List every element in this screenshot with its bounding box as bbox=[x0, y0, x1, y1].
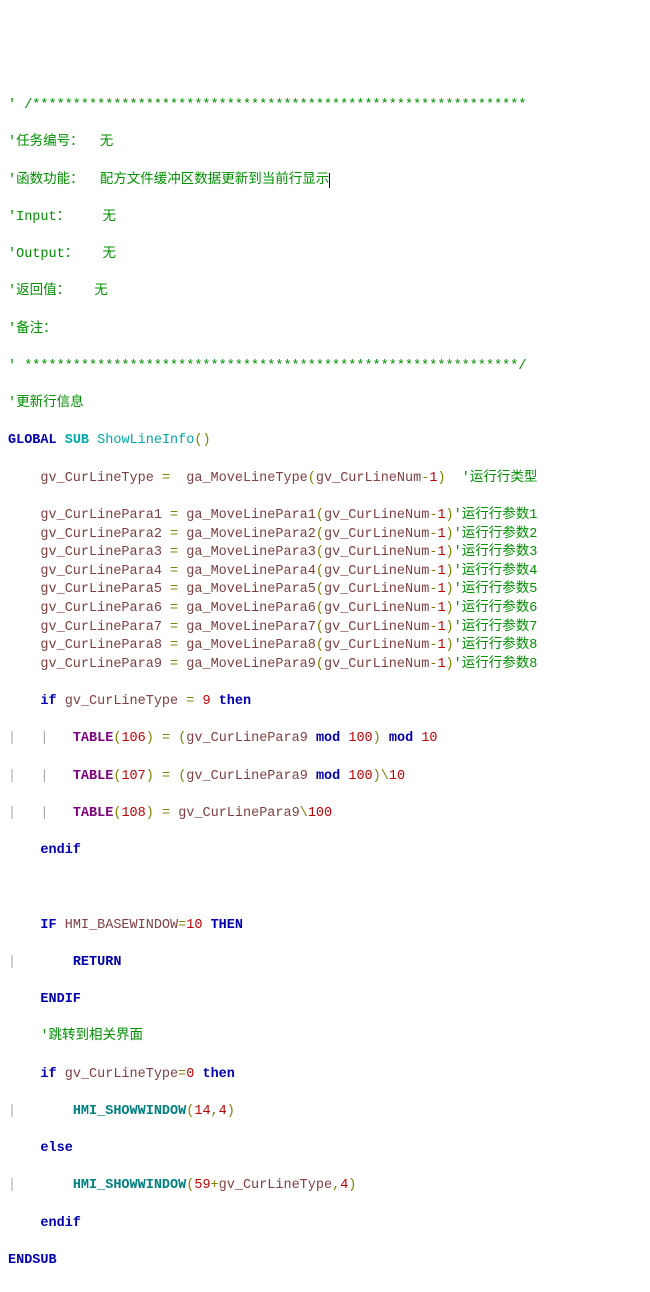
comment-sep: ' /*************************************… bbox=[8, 97, 642, 116]
text-cursor bbox=[329, 173, 330, 188]
table-line: | | TABLE(108) = gv_CurLinePara9\100 bbox=[8, 805, 642, 824]
assign-line: gv_CurLinePara8 = ga_MoveLinePara8(gv_Cu… bbox=[8, 637, 642, 656]
assign-line: gv_CurLinePara9 = ga_MoveLinePara9(gv_Cu… bbox=[8, 656, 642, 675]
comment-sep: ' **************************************… bbox=[8, 358, 642, 377]
assign-line: gv_CurLinePara5 = ga_MoveLinePara5(gv_Cu… bbox=[8, 581, 642, 600]
call-line: | HMI_SHOWWINDOW(14,4) bbox=[8, 1103, 642, 1122]
comment-line: '任务编号： 无 bbox=[8, 134, 642, 153]
if-line: IF HMI_BASEWINDOW=10 THEN bbox=[8, 917, 642, 936]
if-line: if gv_CurLineType = 9 then bbox=[8, 693, 642, 712]
comment-line: 'Input： 无 bbox=[8, 209, 642, 228]
endif-line: endif bbox=[8, 842, 642, 861]
endsub-line: ENDSUB bbox=[8, 1252, 642, 1271]
code-editor[interactable]: ' /*************************************… bbox=[8, 79, 642, 1290]
assign-line: gv_CurLinePara4 = ga_MoveLinePara4(gv_Cu… bbox=[8, 563, 642, 582]
table-line: | | TABLE(106) = (gv_CurLinePara9 mod 10… bbox=[8, 730, 642, 749]
table-line: | | TABLE(107) = (gv_CurLinePara9 mod 10… bbox=[8, 768, 642, 787]
comment-line: '更新行信息 bbox=[8, 395, 642, 414]
assign-line: gv_CurLinePara2 = ga_MoveLinePara2(gv_Cu… bbox=[8, 526, 642, 545]
assign-line: gv_CurLinePara7 = ga_MoveLinePara7(gv_Cu… bbox=[8, 619, 642, 638]
comment-line: '备注： bbox=[8, 321, 642, 340]
comment-line: '返回值： 无 bbox=[8, 283, 642, 302]
assign-line: gv_CurLinePara1 = ga_MoveLinePara1(gv_Cu… bbox=[8, 507, 642, 526]
if-line: if gv_CurLineType=0 then bbox=[8, 1066, 642, 1085]
sub-def: GLOBAL SUB ShowLineInfo() bbox=[8, 432, 642, 451]
assign-line: gv_CurLinePara6 = ga_MoveLinePara6(gv_Cu… bbox=[8, 600, 642, 619]
assign-line: gv_CurLineType = ga_MoveLineType(gv_CurL… bbox=[8, 470, 642, 489]
comment-line: '跳转到相关界面 bbox=[8, 1028, 642, 1047]
else-line: else bbox=[8, 1140, 642, 1159]
comment-line: 'Output： 无 bbox=[8, 246, 642, 265]
endif-line: endif bbox=[8, 1215, 642, 1234]
return-line: | RETURN bbox=[8, 954, 642, 973]
assign-line: gv_CurLinePara3 = ga_MoveLinePara3(gv_Cu… bbox=[8, 544, 642, 563]
call-line: | HMI_SHOWWINDOW(59+gv_CurLineType,4) bbox=[8, 1177, 642, 1196]
comment-line: '函数功能： 配方文件缓冲区数据更新到当前行显示 bbox=[8, 172, 642, 191]
endif-line: ENDIF bbox=[8, 991, 642, 1010]
blank-line bbox=[8, 879, 642, 898]
